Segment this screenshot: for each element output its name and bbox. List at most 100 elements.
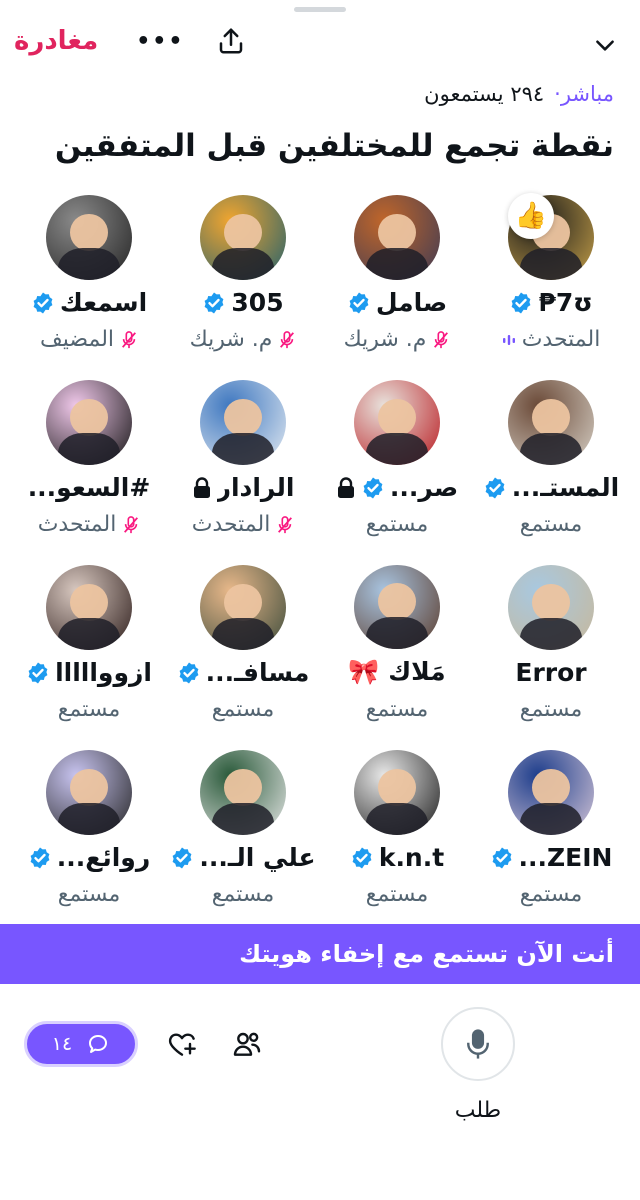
participant-role-row: مستمع [366, 697, 428, 722]
avatar[interactable] [354, 565, 440, 649]
share-icon[interactable] [216, 26, 246, 56]
participant-name: k.n.t [378, 843, 445, 872]
chevron-down-icon[interactable] [592, 32, 618, 58]
avatar[interactable] [200, 565, 286, 650]
avatar-body [58, 247, 120, 280]
participant-card[interactable]: المستـ... مستمع [474, 380, 628, 537]
add-reaction-heart-icon[interactable] [166, 1028, 198, 1060]
participant-name: #السعو... [27, 473, 151, 502]
avatar[interactable] [354, 750, 440, 835]
avatar-face [532, 768, 570, 807]
participant-name-row: مَلاك 🎀 [348, 657, 445, 687]
avatar-body [366, 432, 428, 465]
avatar[interactable] [508, 750, 594, 835]
avatar[interactable] [46, 565, 132, 650]
participant-card[interactable]: روائع... مستمع [12, 750, 166, 907]
participant-role-row: المتحدث [192, 512, 295, 537]
avatar[interactable] [46, 750, 132, 835]
participant-role-row: مستمع [520, 882, 582, 907]
participant-role-row: المتحدث [502, 327, 600, 352]
participant-name-row: صامل [347, 288, 447, 317]
participant-role: مستمع [211, 697, 275, 722]
participant-role: المضيف [39, 327, 115, 352]
avatar-face [378, 398, 416, 437]
avatar-body [520, 247, 582, 280]
verified-badge-icon [492, 847, 511, 868]
participant-name-row: المستـ... [483, 473, 619, 502]
participant-name: المستـ... [511, 473, 620, 502]
participant-card[interactable]: صر... مستمع [320, 380, 474, 537]
participant-role: مستمع [519, 882, 583, 907]
participant-role: مستمع [365, 882, 429, 907]
participant-role-row: مستمع [58, 882, 120, 907]
participant-role: م. شريك [343, 327, 427, 352]
participant-name-row: مسافـ... [177, 658, 310, 687]
participant-card[interactable]: مسافـ... مستمع [166, 565, 320, 722]
participant-role-row: مستمع [366, 512, 428, 537]
header-actions: مغادرة ••• [14, 26, 246, 56]
speaking-bars-icon [502, 334, 515, 345]
verified-badge-icon [33, 292, 53, 313]
mic-muted-icon [278, 515, 293, 533]
avatar[interactable] [354, 380, 440, 465]
participant-role: م. شريك [189, 327, 273, 352]
avatar-body [58, 617, 120, 650]
avatar-body [520, 432, 582, 465]
participant-role: مستمع [365, 512, 429, 537]
lock-icon [337, 476, 354, 498]
participant-name: مسافـ... [205, 658, 310, 687]
participant-role: المتحدث [37, 512, 117, 537]
mic-muted-icon [280, 330, 295, 348]
avatar[interactable] [200, 750, 286, 835]
avatar[interactable] [508, 565, 594, 650]
participant-card[interactable]: الرادار المتحدث [166, 380, 320, 537]
avatar-face [70, 583, 108, 622]
leave-button[interactable]: مغادرة [14, 26, 98, 56]
people-icon[interactable] [231, 1028, 263, 1060]
participant-card[interactable]: 👍 7ʊ₱ المتحدث [474, 193, 628, 352]
sheet-grabber[interactable] [294, 7, 346, 12]
participant-role-row: مستمع [520, 512, 582, 537]
avatar[interactable] [46, 195, 132, 280]
avatar-body [520, 617, 582, 650]
avatar[interactable] [508, 380, 594, 465]
participant-name: اسمعك [59, 288, 148, 317]
participant-card[interactable]: علي الـ... مستمع [166, 750, 320, 907]
anonymous-listening-banner: أنت الآن تستمع مع إخفاء هويتك [0, 924, 640, 984]
participant-name: علي الـ... [199, 843, 316, 872]
participant-card[interactable]: k.n.t مستمع [320, 750, 474, 907]
avatar[interactable] [354, 195, 440, 280]
avatar-face [224, 398, 262, 437]
participant-card[interactable]: ازووااااا مستمع [12, 565, 166, 722]
request-to-speak-button[interactable] [441, 1007, 515, 1081]
participant-role-row: المتحدث [38, 512, 141, 537]
more-options-icon[interactable]: ••• [136, 29, 184, 54]
avatar[interactable] [200, 380, 286, 465]
participant-card[interactable]: صامل م. شريك [320, 195, 474, 352]
verified-badge-icon [349, 292, 369, 313]
microphone-icon [467, 1029, 489, 1059]
participant-card[interactable]: Error مستمع [474, 565, 628, 722]
participant-card[interactable]: 305 م. شريك [166, 195, 320, 352]
comment-bubble-icon [89, 1035, 108, 1053]
participant-name: مَلاك 🎀 [348, 657, 446, 686]
participant-card[interactable]: مَلاك 🎀 مستمع [320, 565, 474, 722]
avatar-body [212, 802, 274, 835]
participant-card[interactable]: #السعو... المتحدث [12, 380, 166, 537]
comments-button[interactable]: ١٤ [24, 1021, 138, 1067]
participant-card[interactable]: ZEIN... مستمع [474, 750, 628, 907]
verified-badge-icon [205, 292, 224, 313]
comments-count: ١٤ [51, 1033, 73, 1055]
avatar-body [212, 617, 274, 650]
participant-card[interactable]: اسمعك المضيف [12, 195, 166, 352]
lock-icon [193, 476, 210, 498]
avatar-body [58, 802, 120, 835]
participant-name: 7ʊ₱ [538, 288, 593, 317]
participants-grid: 👍 7ʊ₱ المتحدث صامل م. شريك 305 م. شريك اسمعك الم… [0, 193, 640, 907]
participant-name: صر... [389, 473, 459, 502]
participant-role-row: مستمع [212, 882, 274, 907]
avatar[interactable] [46, 380, 132, 465]
verified-badge-icon [172, 847, 192, 868]
avatar[interactable] [200, 195, 286, 280]
space-header: مغادرة ••• [0, 22, 640, 70]
